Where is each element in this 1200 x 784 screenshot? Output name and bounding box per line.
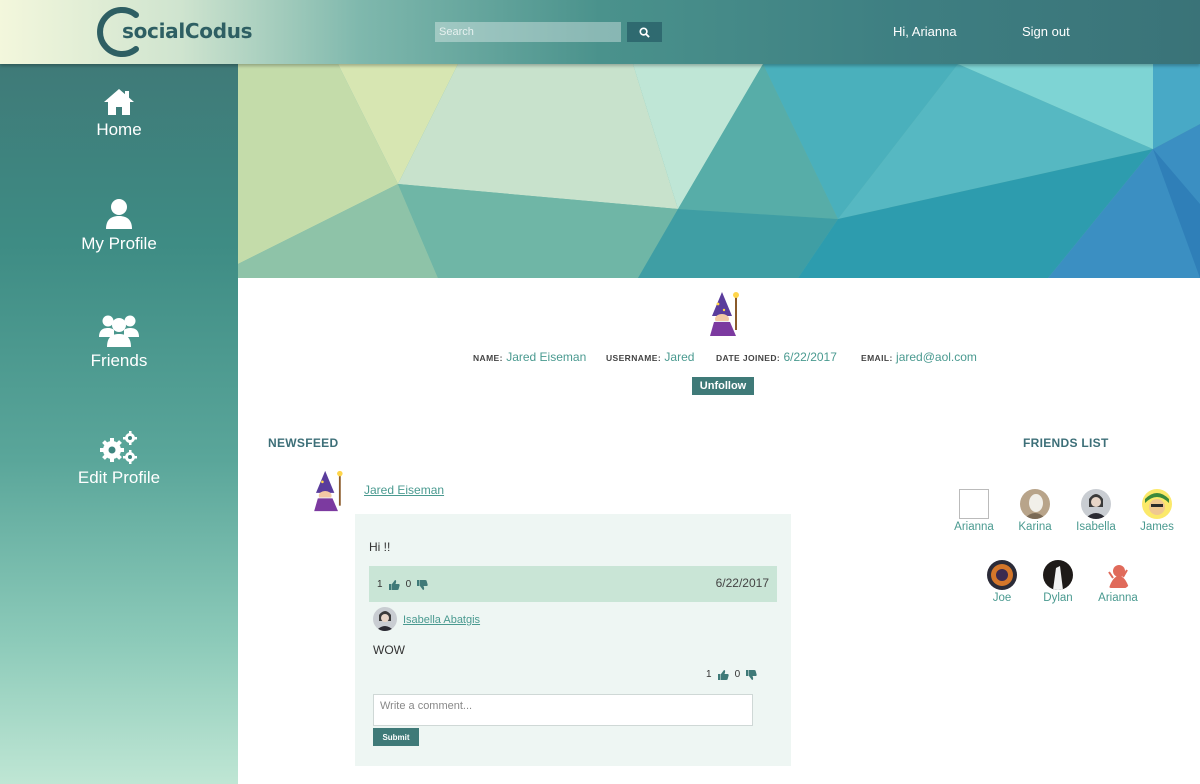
thumbs-down-icon[interactable] [417, 579, 428, 590]
search-button[interactable] [627, 22, 662, 42]
user-icon [106, 199, 132, 229]
name-key: NAME: [473, 353, 503, 363]
profile-avatar-wizard [710, 292, 739, 336]
friend-item[interactable]: Isabella [1066, 489, 1126, 533]
post-like-count: 1 [377, 579, 383, 590]
friends-list-title: FRIENDS LIST [1023, 436, 1109, 450]
comment-author-avatar[interactable] [373, 607, 397, 631]
friend-avatar [1020, 489, 1050, 519]
sidebar-item-label: My Profile [81, 234, 157, 253]
top-navbar: socialCodus Hi, Arianna Sign out [0, 0, 1200, 64]
sidebar: Home My Profile Friends Edit Profile [0, 64, 238, 784]
profile-banner [238, 64, 1200, 278]
sidebar-item-my-profile[interactable]: My Profile [0, 194, 238, 264]
friend-item[interactable]: Arianna [1088, 560, 1148, 604]
profile-name: Jared Eiseman [506, 350, 587, 364]
comment-reactions: 1 0 [706, 669, 757, 680]
profile-joined-field: DATE JOINED: 6/22/2017 [716, 350, 837, 364]
sidebar-item-home[interactable]: Home [0, 80, 238, 150]
comment-text: WOW [373, 643, 405, 657]
sign-out-link[interactable]: Sign out [1022, 24, 1070, 39]
logo[interactable]: socialCodus [96, 6, 253, 58]
post-dislike-count: 0 [405, 579, 412, 590]
profile-username-field: USERNAME: Jared [606, 350, 694, 364]
post-text: Hi !! [369, 540, 391, 554]
friend-avatar [1043, 560, 1073, 590]
comment-like-count: 1 [706, 669, 712, 680]
friend-avatar [1103, 560, 1133, 590]
friend-avatar [1081, 489, 1111, 519]
friend-name: James [1140, 521, 1174, 533]
profile-username: Jared [664, 350, 695, 364]
friend-item[interactable]: Joe [972, 560, 1032, 604]
comment-author-link[interactable]: Isabella Abatgis [403, 614, 480, 626]
post-meta-bar: 1 0 6/22/2017 [369, 566, 777, 602]
sidebar-item-friends[interactable]: Friends [0, 311, 238, 381]
sidebar-item-edit-profile[interactable]: Edit Profile [0, 428, 238, 498]
friend-name: Joe [992, 592, 1012, 604]
joined-key: DATE JOINED: [716, 353, 781, 363]
gears-icon [100, 431, 137, 464]
users-icon [99, 315, 139, 347]
sidebar-item-label: Friends [90, 351, 148, 370]
user-greeting: Hi, Arianna [893, 24, 957, 39]
profile-email-field: EMAIL: jared@aol.com [861, 350, 977, 364]
friend-avatar-broken [959, 489, 989, 519]
post-date: 6/22/2017 [715, 576, 769, 590]
thumbs-up-icon[interactable] [717, 669, 729, 680]
friend-item[interactable]: Arianna [944, 489, 1004, 533]
comment-dislike-count: 0 [734, 669, 741, 680]
friend-avatar [987, 560, 1017, 590]
thumbs-up-icon[interactable] [388, 579, 400, 590]
friend-name: Arianna [954, 521, 994, 533]
thumbs-down-icon[interactable] [746, 669, 757, 680]
sidebar-item-label: Edit Profile [77, 468, 161, 487]
friend-item[interactable]: Karina [1005, 489, 1065, 533]
post-card: Hi !! 1 0 6/22/2017 Isabella Abatgis WOW… [355, 514, 791, 766]
submit-comment-button[interactable]: Submit [373, 728, 419, 746]
unfollow-button[interactable]: Unfollow [692, 377, 754, 395]
sidebar-item-label: Home [96, 120, 142, 139]
post-author-link[interactable]: Jared Eiseman [364, 483, 444, 497]
profile-name-field: NAME: Jared Eiseman [473, 350, 586, 364]
friend-item[interactable]: James [1127, 489, 1187, 533]
comment-input[interactable] [373, 694, 753, 726]
friend-item[interactable]: Dylan [1028, 560, 1088, 604]
post-reactions: 1 0 [377, 579, 428, 590]
search-icon [639, 26, 650, 38]
friend-name: Karina [1018, 521, 1052, 533]
profile-joined: 6/22/2017 [783, 350, 837, 364]
friend-avatar [1142, 489, 1172, 519]
home-icon [104, 89, 134, 115]
friend-name: Dylan [1043, 592, 1073, 604]
newsfeed-title: NEWSFEED [268, 436, 339, 450]
logo-text: socialCodus [122, 19, 253, 43]
email-key: EMAIL: [861, 353, 893, 363]
friend-name: Isabella [1076, 521, 1116, 533]
friend-name: Arianna [1098, 592, 1138, 604]
search-input[interactable] [435, 22, 621, 42]
profile-email: jared@aol.com [896, 350, 977, 364]
username-key: USERNAME: [606, 353, 662, 363]
post-author-avatar[interactable] [305, 467, 349, 515]
